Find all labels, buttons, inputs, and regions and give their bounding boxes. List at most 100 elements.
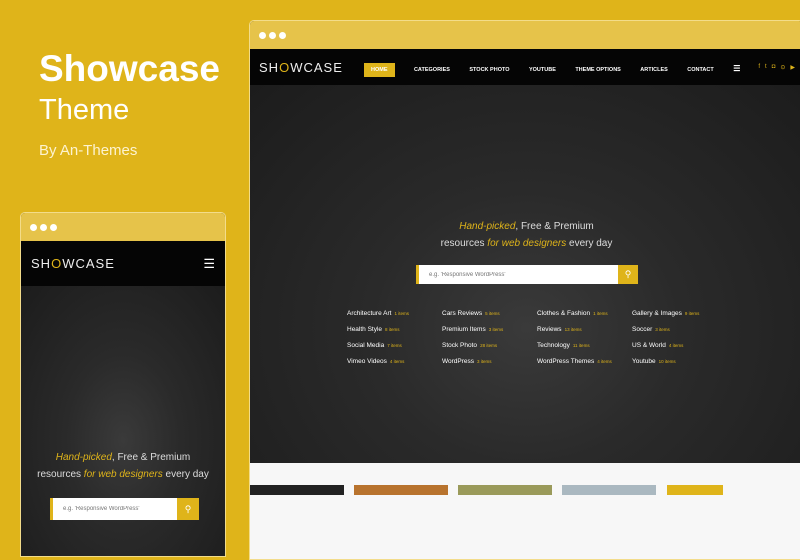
mobile-hero: Hand-picked, Free & Premium resources fo… (21, 286, 225, 556)
category-name: Health Style (347, 326, 383, 333)
window-dot-icon (50, 223, 57, 231)
search-button[interactable]: ⚲ (177, 498, 199, 520)
hamburger-menu-icon[interactable]: ☰ (203, 256, 215, 272)
hero-tagline: Hand-picked, Free & Premium resources fo… (250, 218, 800, 252)
nav-contact[interactable]: CONTACT (687, 67, 713, 73)
category-count: 3 items (488, 327, 504, 332)
category-item[interactable]: WordPress 3 items (442, 358, 537, 368)
category-item[interactable]: Social Media 7 items (347, 342, 442, 352)
category-item[interactable]: Gallery & Images 9 items (632, 310, 727, 320)
featured-card[interactable] (354, 485, 448, 495)
category-item[interactable]: Premium Items 3 items (442, 326, 537, 336)
category-item[interactable]: Soccer 3 items (632, 326, 727, 336)
category-name: Vimeo Videos (347, 358, 387, 365)
category-name: Youtube (632, 358, 656, 365)
featured-strip (250, 463, 800, 559)
tagline-text: resources (440, 238, 488, 249)
category-item[interactable]: Youtube 10 items (632, 358, 727, 368)
category-count: 3 items (477, 359, 492, 364)
category-name: Premium Items (442, 326, 486, 333)
category-item[interactable]: WordPress Themes 4 items (537, 358, 632, 368)
nav-articles[interactable]: ARTICLES (640, 67, 668, 73)
site-nav: SHOWCASE HOME CATEGORIES STOCK PHOTO YOU… (250, 49, 800, 85)
category-name: WordPress Themes (537, 358, 595, 365)
category-count: 1 items (394, 311, 409, 316)
featured-card[interactable] (667, 485, 723, 495)
category-item[interactable]: Vimeo Videos 4 items (347, 358, 442, 368)
category-name: Technology (537, 342, 570, 349)
twitter-icon[interactable]: t (765, 64, 767, 71)
promo-subtitle: Theme (39, 94, 130, 126)
nav-theme-options[interactable]: THEME OPTIONS (575, 67, 621, 73)
site-logo[interactable]: SHOWCASE (31, 256, 115, 271)
category-name: US & World (632, 342, 666, 349)
mobile-preview-window: SHOWCASE ☰ Hand-picked, Free & Premium r… (20, 212, 226, 557)
category-count: 4 items (389, 359, 405, 364)
search-icon: ⚲ (624, 269, 632, 279)
category-count: 10 items (658, 359, 676, 364)
window-dot-icon (269, 31, 276, 39)
main-menu: HOME CATEGORIES STOCK PHOTO YOUTUBE THEM… (364, 58, 755, 77)
logo-text: WCASE (62, 256, 115, 271)
promo-text: Showcase Theme By An-Themes (39, 48, 220, 159)
category-item[interactable]: Stock Photo 28 items (442, 342, 537, 352)
tagline-text: resources (37, 469, 84, 480)
featured-card[interactable] (458, 485, 552, 495)
window-titlebar (21, 213, 225, 241)
tagline-highlight: for web designers (487, 238, 567, 249)
category-list: Architecture Art 1 items Cars Reviews 5 ite… (347, 310, 727, 368)
search-bar: ⚲ (50, 498, 199, 520)
hero-section: Hand-picked, Free & Premium resources fo… (250, 85, 800, 527)
category-count: 1 items (593, 311, 608, 316)
category-item[interactable]: Clothes & Fashion 1 items (537, 310, 632, 320)
category-count: 9 items (684, 311, 700, 316)
tagline-text: , Free & Premium (515, 221, 594, 232)
search-button[interactable]: ⚲ (618, 265, 638, 284)
category-name: Cars Reviews (442, 310, 483, 317)
category-item[interactable]: Architecture Art 1 items (347, 310, 442, 320)
featured-card[interactable] (250, 485, 344, 495)
youtube-icon[interactable]: ▶ (790, 64, 795, 71)
window-dot-icon (279, 31, 286, 39)
search-input[interactable] (53, 498, 177, 520)
nav-stock-photo[interactable]: STOCK PHOTO (469, 67, 509, 73)
desktop-preview-window: SHOWCASE HOME CATEGORIES STOCK PHOTO YOU… (249, 20, 800, 560)
promo-title: Showcase (39, 48, 220, 89)
category-count: 5 items (485, 311, 500, 316)
tagline-text: , Free & Premium (111, 452, 191, 463)
hamburger-menu-icon[interactable]: ☰ (733, 64, 740, 73)
featured-card[interactable] (562, 485, 656, 495)
logo-text: SH (259, 59, 280, 75)
tagline-highlight: Hand-picked (459, 221, 516, 232)
nav-youtube[interactable]: YOUTUBE (529, 67, 556, 73)
logo-text: SH (31, 256, 52, 271)
category-item[interactable]: Technology 11 items (537, 342, 632, 352)
category-count: 28 items (480, 343, 498, 348)
search-input[interactable] (419, 265, 618, 284)
category-name: Stock Photo (442, 342, 478, 349)
facebook-icon[interactable]: f (758, 64, 760, 71)
nav-categories[interactable]: CATEGORIES (414, 67, 450, 73)
category-name: Clothes & Fashion (537, 310, 591, 317)
social-links: f t ◘ ⊙ ▶ (758, 64, 795, 71)
category-count: 4 items (668, 343, 684, 348)
logo-text: WCASE (290, 59, 343, 75)
category-item[interactable]: Reviews 13 items (537, 326, 632, 336)
logo-thumb-icon: O (51, 256, 63, 271)
category-count: 13 items (564, 327, 582, 332)
hero-tagline: Hand-picked, Free & Premium resources fo… (21, 449, 225, 483)
pinterest-icon[interactable]: ⊙ (780, 64, 785, 71)
mobile-nav: SHOWCASE ☰ (21, 241, 225, 286)
category-count: 11 items (572, 343, 590, 348)
category-item[interactable]: Cars Reviews 5 items (442, 310, 537, 320)
category-name: Social Media (347, 342, 385, 349)
category-item[interactable]: US & World 4 items (632, 342, 727, 352)
category-count: 3 items (655, 327, 670, 332)
category-item[interactable]: Health Style 8 items (347, 326, 442, 336)
window-dot-icon (40, 223, 47, 231)
tagline-text: every day (162, 469, 209, 480)
logo-thumb-icon: O (279, 59, 291, 75)
instagram-icon[interactable]: ◘ (772, 64, 776, 71)
nav-home[interactable]: HOME (364, 63, 395, 77)
site-logo[interactable]: SHOWCASE (259, 60, 364, 75)
